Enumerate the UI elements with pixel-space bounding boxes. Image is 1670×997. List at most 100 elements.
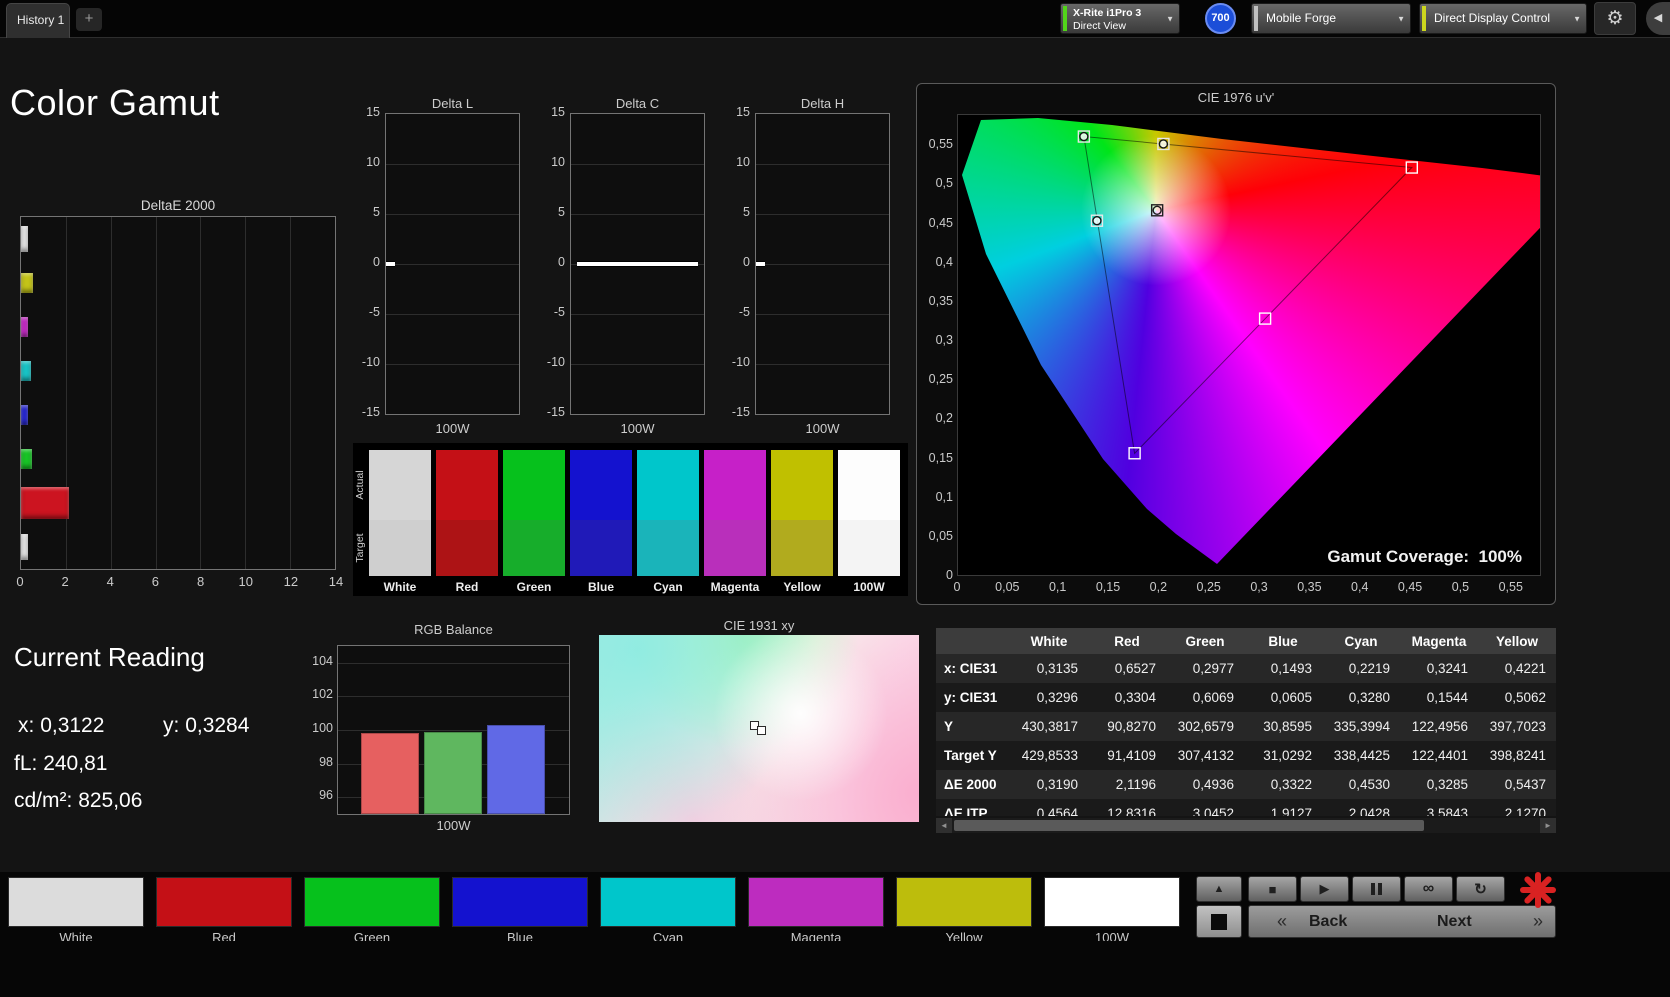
table-cell: 3,0452 bbox=[1166, 799, 1244, 816]
continuous-button[interactable]: ∞ bbox=[1404, 876, 1453, 902]
gridline bbox=[386, 164, 519, 165]
pattern-swatch-label: Red bbox=[156, 930, 292, 941]
next-button[interactable]: Next bbox=[1437, 913, 1472, 931]
gamut-overlay bbox=[958, 115, 1541, 576]
tick-label: 0,15 bbox=[1086, 580, 1130, 594]
refresh-icon: ↻ bbox=[1474, 880, 1487, 898]
swatch-target-blue bbox=[570, 520, 632, 576]
scrollbar-thumb[interactable] bbox=[954, 820, 1424, 831]
table-cell: 0,2219 bbox=[1322, 654, 1400, 683]
deltae-bar-yellow bbox=[21, 273, 33, 293]
play-button[interactable]: ▶ bbox=[1300, 876, 1349, 902]
cie1931-chart: CIE 1931 xy bbox=[599, 618, 919, 823]
measurements-table: WhiteRedGreenBlueCyanMagentaYellowx: CIE… bbox=[936, 628, 1556, 816]
tick-label: 0,5 bbox=[919, 176, 953, 190]
gridline bbox=[571, 314, 704, 315]
table-cell: 0,3304 bbox=[1088, 683, 1166, 712]
settings-button[interactable]: ⚙ bbox=[1594, 2, 1636, 35]
session-asterisk-icon[interactable] bbox=[1520, 872, 1556, 908]
pattern-swatch-red[interactable] bbox=[156, 877, 292, 927]
refresh-button[interactable]: ↻ bbox=[1456, 876, 1505, 902]
gridline bbox=[156, 217, 157, 569]
swatch-label: Red bbox=[436, 580, 498, 594]
scroll-right-button[interactable]: ► bbox=[1540, 818, 1556, 833]
tick-label: 0,2 bbox=[919, 411, 953, 425]
scroll-left-button[interactable]: ◄ bbox=[936, 818, 952, 833]
tick-label: 2 bbox=[53, 574, 77, 589]
pattern-window-button[interactable] bbox=[1196, 905, 1242, 938]
delta-h-chart: Delta H 100W 151050-5-10-15 bbox=[720, 96, 895, 441]
tick-label: -5 bbox=[350, 305, 380, 319]
back-button[interactable]: Back bbox=[1309, 913, 1347, 931]
deltae-bar-red bbox=[21, 487, 69, 519]
add-tab-button[interactable]: + bbox=[76, 8, 102, 31]
gridline bbox=[338, 663, 569, 664]
corner-cell bbox=[936, 628, 1010, 654]
tick-label: 0,05 bbox=[985, 580, 1029, 594]
x-axis-label: 100W bbox=[337, 818, 570, 833]
cie1976-chart: CIE 1976 u'v' Gamut Coverage: 100% 0,550… bbox=[916, 83, 1556, 605]
gridline bbox=[245, 217, 246, 569]
control-status-indicator bbox=[1422, 6, 1426, 31]
pattern-swatch-100w[interactable] bbox=[1044, 877, 1180, 927]
pattern-source-dropdown[interactable]: Mobile Forge ▼ bbox=[1251, 3, 1411, 34]
value-marker bbox=[756, 262, 765, 266]
chevron-left-icon: ◀ bbox=[1654, 12, 1662, 24]
display-control-dropdown[interactable]: Direct Display Control ▼ bbox=[1419, 3, 1587, 34]
tick-label: -15 bbox=[535, 405, 565, 419]
cie1931-plot bbox=[599, 635, 919, 822]
deltae-bar-100w bbox=[21, 534, 28, 560]
pattern-swatch-green[interactable] bbox=[304, 877, 440, 927]
chart-title: CIE 1976 u'v' bbox=[917, 90, 1555, 105]
deltae-bar-blue bbox=[21, 405, 28, 425]
tick-label: 8 bbox=[189, 574, 213, 589]
tick-label: 10 bbox=[535, 155, 565, 169]
deltae-bar-magenta bbox=[21, 317, 28, 337]
tick-label: 5 bbox=[535, 205, 565, 219]
tab-history-1[interactable]: History 1 bbox=[6, 3, 70, 38]
chevron-down-icon: ▼ bbox=[1397, 14, 1405, 23]
meter-dropdown[interactable]: X-Rite i1Pro 3 Direct View ▼ bbox=[1060, 3, 1180, 34]
exposure-badge[interactable]: 700 bbox=[1205, 3, 1236, 34]
chart-title: DeltaE 2000 bbox=[20, 198, 336, 213]
pattern-swatch-white[interactable] bbox=[8, 877, 144, 927]
tick-label: 15 bbox=[720, 105, 750, 119]
table-cell: 0,5062 bbox=[1478, 683, 1556, 712]
tick-label: 6 bbox=[143, 574, 167, 589]
back-next-bar[interactable]: « Back Next » bbox=[1248, 905, 1556, 938]
stop-button[interactable]: ■ bbox=[1248, 876, 1297, 902]
table-cell: 90,8270 bbox=[1088, 712, 1166, 741]
column-header: Cyan bbox=[1322, 628, 1400, 654]
pattern-swatch-cyan[interactable] bbox=[600, 877, 736, 927]
pause-button[interactable] bbox=[1352, 876, 1401, 902]
pattern-swatch-label-text: Cyan bbox=[600, 930, 736, 941]
tick-label: 15 bbox=[350, 105, 380, 119]
gridline bbox=[290, 217, 291, 569]
swatch-label: Cyan bbox=[637, 580, 699, 594]
gridline bbox=[386, 364, 519, 365]
table-cell: 0,6069 bbox=[1166, 683, 1244, 712]
pattern-swatch-yellow[interactable] bbox=[896, 877, 1032, 927]
pattern-swatch-magenta[interactable] bbox=[748, 877, 884, 927]
tick-label: 0,35 bbox=[1287, 580, 1331, 594]
column-header: White bbox=[1010, 628, 1088, 654]
tick-label: 10 bbox=[234, 574, 258, 589]
table-cell: 2,1270 bbox=[1478, 799, 1556, 816]
table-scrollbar[interactable]: ◄ ► bbox=[936, 818, 1556, 833]
collapse-panel-button[interactable]: ◀ bbox=[1646, 2, 1670, 35]
deltae-bar-green bbox=[21, 449, 32, 469]
table-cell: 122,4401 bbox=[1400, 741, 1478, 770]
reading-x: x: 0,3122 bbox=[18, 714, 104, 738]
gear-icon: ⚙ bbox=[1606, 8, 1623, 29]
swatch-target-green bbox=[503, 520, 565, 576]
pattern-swatch-blue[interactable] bbox=[452, 877, 588, 927]
row-label: ΔE ITP bbox=[936, 799, 1010, 816]
pattern-up-button[interactable]: ▲ bbox=[1196, 876, 1242, 902]
meter-name: X-Rite i1Pro 3 bbox=[1073, 7, 1161, 19]
table-cell: 0,4221 bbox=[1478, 654, 1556, 683]
pattern-swatch-label-text: 100W bbox=[1044, 930, 1180, 941]
gridline bbox=[756, 314, 889, 315]
page-title: Color Gamut bbox=[10, 82, 220, 124]
tick-label: 0,1 bbox=[1036, 580, 1080, 594]
deltae2000-x-axis: 02468101214 bbox=[20, 574, 336, 590]
